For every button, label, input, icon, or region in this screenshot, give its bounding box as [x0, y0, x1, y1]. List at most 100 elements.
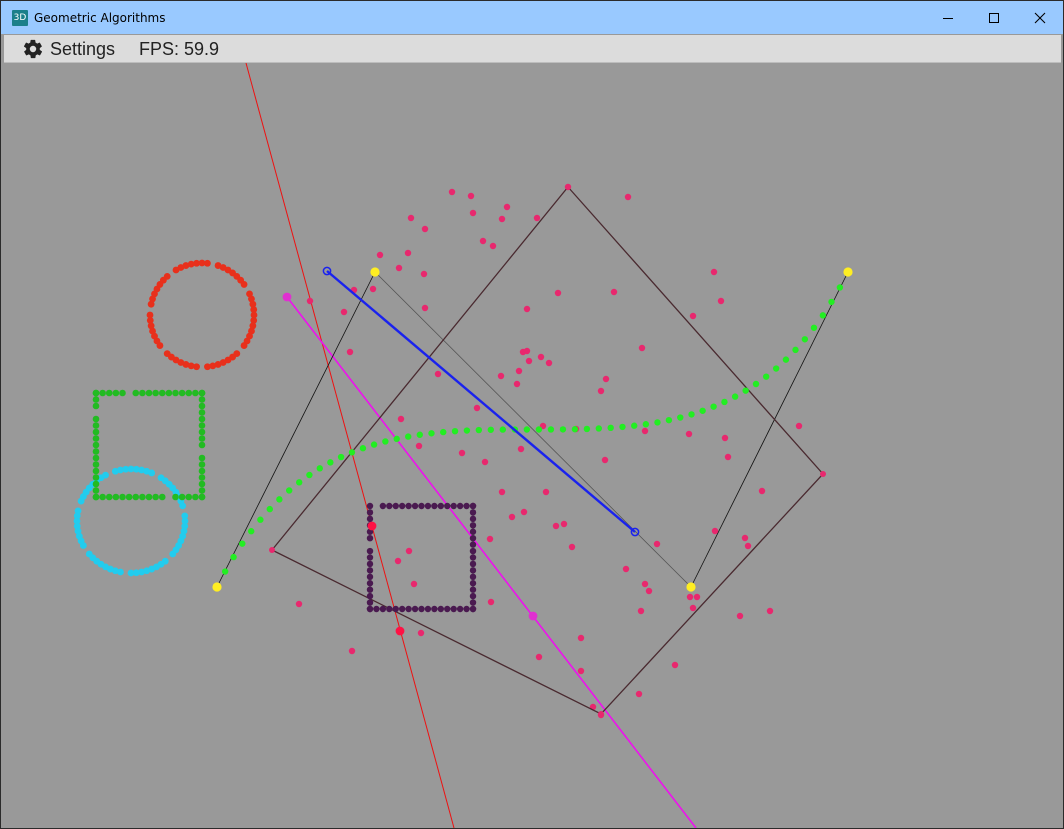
cyan-circle-point [85, 550, 93, 558]
green-square-point [198, 493, 206, 501]
pink-point [523, 347, 531, 355]
bezier-curve-point [463, 427, 471, 434]
pink-point [397, 415, 405, 423]
hull-vertex [565, 184, 571, 190]
green-square-point [139, 389, 146, 397]
pink-point [533, 214, 541, 222]
green-square-point [198, 480, 206, 488]
green-square-point [172, 493, 179, 501]
green-square-point [198, 467, 206, 475]
red-circle-point [204, 363, 211, 371]
pink-point [473, 404, 481, 412]
bezier-curve-point [535, 426, 543, 433]
control-point [370, 267, 380, 277]
control-polygon-line [216, 271, 376, 588]
bezier-curve-point [642, 421, 650, 428]
purple-square-point [463, 605, 470, 613]
purple-square-point [379, 502, 387, 510]
settings-label: Settings [50, 38, 116, 59]
purple-square-point [469, 573, 477, 581]
pink-point [498, 488, 506, 496]
pink-point [415, 442, 423, 450]
green-square-point [92, 448, 100, 455]
bezier-curve-point [370, 441, 378, 448]
green-square-point [92, 415, 100, 423]
pink-point [711, 527, 719, 535]
green-square-point [185, 493, 193, 501]
purple-square-point [450, 605, 457, 613]
pink-point [568, 543, 576, 551]
purple-square-point [469, 522, 477, 529]
render-canvas[interactable] [4, 63, 1061, 828]
pink-point [724, 453, 732, 461]
close-button[interactable] [1017, 1, 1063, 34]
green-square-point [198, 409, 206, 416]
maximize-button[interactable] [971, 1, 1017, 34]
green-square-point [185, 389, 193, 397]
bezier-curve-point [782, 356, 790, 363]
pink-point [622, 565, 630, 573]
cyan-circle-point [179, 502, 187, 510]
control-polygon-line [690, 271, 849, 588]
bezier-curve-point [792, 346, 799, 354]
shapes-layer [73, 259, 844, 613]
pink-point [421, 304, 429, 312]
bezier-curve-point [665, 416, 673, 424]
bezier-curve-point [677, 414, 684, 421]
green-square-point [132, 389, 140, 397]
purple-square-point [366, 534, 374, 542]
settings-menu[interactable]: Settings [22, 37, 115, 61]
green-square-point [92, 441, 100, 449]
title-bar[interactable]: 3D Geometric Algorithms [1, 1, 1063, 34]
cyan-circle-point [74, 507, 82, 515]
purple-square-point [456, 605, 464, 613]
purple-square-point [469, 541, 477, 548]
green-square-point [178, 493, 186, 501]
green-square-point [145, 389, 153, 397]
bezier-curve-point [559, 426, 567, 433]
green-square-point [92, 467, 100, 475]
minimize-button[interactable] [925, 1, 971, 34]
app-window: 3D Geometric Algorithms Settings FPS: 59… [0, 0, 1064, 829]
purple-square-point [366, 515, 374, 523]
scene-svg[interactable] [4, 63, 1061, 828]
pink-point [346, 348, 354, 356]
pink-point [306, 297, 314, 305]
pink-point [624, 193, 632, 201]
green-square-point [198, 402, 206, 410]
pink-point [641, 580, 649, 588]
green-square-point [92, 402, 100, 410]
bezier-curve-point [359, 445, 367, 452]
bezier-curve-point [654, 419, 661, 426]
bezier-curve-point [688, 411, 695, 418]
purple-square-point [469, 534, 477, 542]
green-square-point [92, 474, 100, 481]
hull-vertex [820, 471, 826, 477]
purple-square-point [366, 509, 374, 516]
bezier-curve-point [772, 365, 780, 372]
purple-square-point [366, 573, 374, 581]
purple-square-point [366, 502, 374, 510]
bezier-curve-point [451, 427, 459, 435]
purple-square-point [463, 502, 470, 510]
pink-point [689, 312, 697, 320]
pink-point [481, 458, 489, 466]
pink-point [520, 508, 528, 516]
intersection-point [367, 521, 377, 531]
purple-square-point [469, 586, 477, 593]
pink-point [736, 612, 744, 620]
green-square-point [92, 493, 100, 501]
pink-point [410, 580, 418, 588]
green-square-point [105, 389, 113, 397]
pink-point [721, 434, 729, 442]
purple-square-point [469, 605, 477, 613]
pink-point [577, 667, 585, 675]
bezier-curve-point [619, 423, 626, 431]
green-square-point [198, 396, 206, 403]
pink-point [517, 445, 525, 453]
bezier-curve-point [276, 496, 283, 503]
menu-bar: Settings FPS: 59.9 [4, 35, 1061, 63]
purple-square-point [392, 605, 399, 613]
green-square-point [92, 428, 100, 436]
green-square-point [119, 389, 126, 397]
